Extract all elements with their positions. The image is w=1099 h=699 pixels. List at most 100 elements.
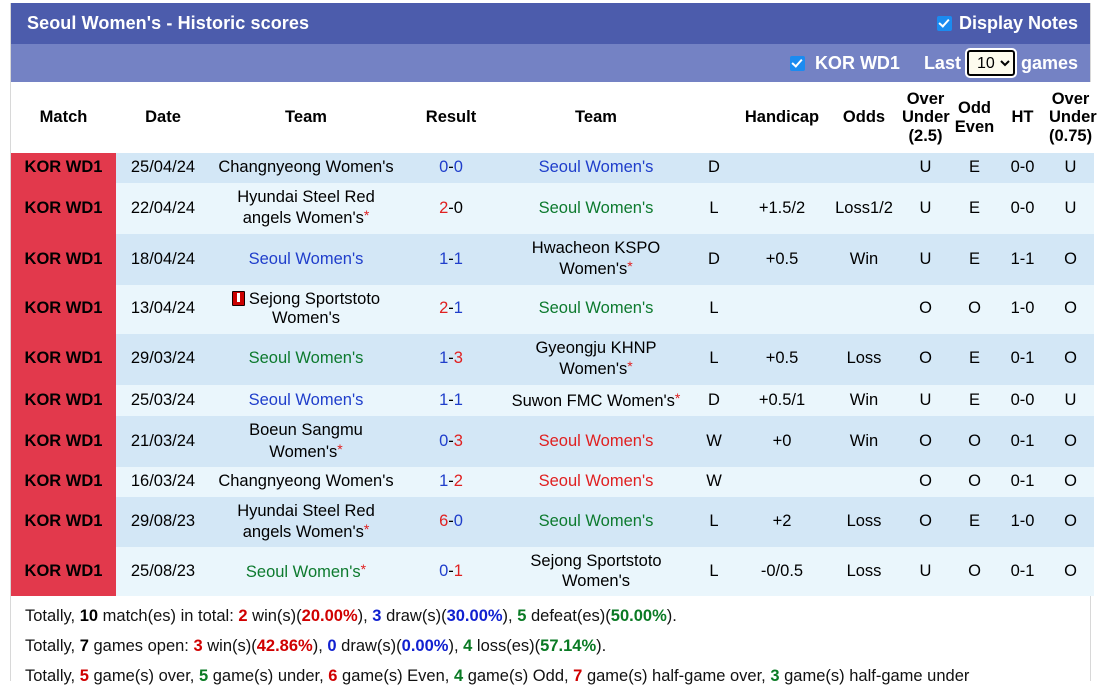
home-team-name[interactable]: Hyundai Steel Red angels Women's* bbox=[210, 182, 402, 234]
league-badge[interactable]: KOR WD1 bbox=[11, 284, 116, 334]
sum3-text4: game(s) Even, bbox=[337, 666, 454, 685]
table-row[interactable]: KOR WD1 22/04/24 Hyundai Steel Red angels … bbox=[11, 182, 1094, 234]
match-result[interactable]: 1-2 bbox=[402, 467, 500, 497]
table-row[interactable]: KOR WD1 29/03/24 Seoul Women's 1-3 Gyeongju … bbox=[11, 333, 1094, 385]
league-badge[interactable]: KOR WD1 bbox=[11, 182, 116, 234]
sum1-wins-pct: 20.00% bbox=[301, 607, 358, 626]
over-under-25: U bbox=[900, 153, 951, 183]
match-result[interactable]: 0-3 bbox=[402, 416, 500, 468]
odds-result: Loss bbox=[828, 547, 900, 597]
league-badge[interactable]: KOR WD1 bbox=[11, 416, 116, 468]
away-team-name[interactable]: Seoul Women's bbox=[500, 153, 692, 183]
sum1-text7: defeat(es)( bbox=[526, 607, 611, 626]
table-row[interactable]: KOR WD1 16/03/24 Changnyeong Women's 1-2 Seo… bbox=[11, 467, 1094, 497]
games-count-select[interactable]: 10203050 bbox=[964, 48, 1017, 78]
col-header-result[interactable]: Result bbox=[402, 82, 500, 154]
handicap-value: +0.5 bbox=[736, 333, 828, 385]
home-team-name[interactable]: Sejong Sportstoto Women's bbox=[210, 284, 402, 334]
neutral-venue-star-icon: * bbox=[360, 561, 367, 578]
league-badge[interactable]: KOR WD1 bbox=[11, 333, 116, 385]
display-notes-checkbox[interactable] bbox=[936, 16, 952, 31]
odd-even: O bbox=[951, 467, 998, 497]
league-filter-checkbox[interactable] bbox=[789, 55, 805, 71]
table-header: Match Date Team Result Team Handicap Odd… bbox=[11, 82, 1097, 154]
col-header-over-under-075[interactable]: Over Under (0.75) bbox=[1047, 82, 1097, 154]
win-draw-loss: D bbox=[692, 233, 736, 285]
games-label: games bbox=[1020, 52, 1078, 73]
match-result[interactable]: 6-0 bbox=[402, 496, 500, 548]
sum3-under: 5 bbox=[198, 666, 209, 685]
sum3-text2: game(s) over, bbox=[88, 666, 199, 685]
home-team-name[interactable]: Seoul Women's bbox=[210, 233, 402, 285]
col-header-home-team[interactable]: Team bbox=[210, 82, 402, 154]
col-header-over-under-25[interactable]: Over Under (2.5) bbox=[900, 82, 951, 154]
odd-even: E bbox=[951, 384, 998, 417]
match-result[interactable]: 1-1 bbox=[402, 233, 500, 285]
display-notes-group[interactable]: Display Notes bbox=[936, 13, 1078, 34]
title-bar: Seoul Women's - Historic scores Display … bbox=[11, 3, 1090, 44]
sum3-odd: 4 bbox=[453, 666, 464, 685]
historic-scores-table: Match Date Team Result Team Handicap Odd… bbox=[11, 82, 1097, 597]
col-header-handicap[interactable]: Handicap bbox=[736, 82, 828, 154]
sum2-text5: draw(s)( bbox=[336, 637, 402, 655]
half-time-score: 0-0 bbox=[998, 153, 1047, 183]
sum2-wins-pct: 42.86% bbox=[256, 637, 313, 655]
over-under-075: O bbox=[1047, 333, 1094, 385]
sum3-half-over: 7 bbox=[573, 666, 583, 685]
away-team-name[interactable]: Gyeongju KHNP Women's* bbox=[500, 333, 692, 385]
match-result[interactable]: 2-1 bbox=[402, 284, 500, 334]
col-header-date[interactable]: Date bbox=[116, 82, 210, 154]
away-team-name[interactable]: Seoul Women's bbox=[500, 467, 692, 497]
table-row[interactable]: KOR WD1 25/04/24 Changnyeong Women's 0-0 Seo… bbox=[11, 153, 1094, 183]
home-team-name[interactable]: Seoul Women's bbox=[210, 384, 402, 417]
match-result[interactable]: 0-0 bbox=[402, 153, 500, 183]
home-team-name[interactable]: Seoul Women's* bbox=[210, 547, 402, 597]
league-badge[interactable]: KOR WD1 bbox=[11, 547, 116, 597]
col-header-ht[interactable]: HT bbox=[998, 82, 1047, 154]
away-team-name[interactable]: Seoul Women's bbox=[500, 284, 692, 334]
league-badge[interactable]: KOR WD1 bbox=[11, 467, 116, 497]
league-badge[interactable]: KOR WD1 bbox=[11, 233, 116, 285]
table-row[interactable]: KOR WD1 21/03/24 Boeun Sangmu Women's* 0-3 S… bbox=[11, 416, 1094, 468]
odd-even: O bbox=[951, 547, 998, 597]
handicap-value: +0.5 bbox=[736, 233, 828, 285]
away-team-name[interactable]: Seoul Women's bbox=[500, 182, 692, 234]
match-result[interactable]: 1-3 bbox=[402, 333, 500, 385]
away-team-name[interactable]: Suwon FMC Women's* bbox=[500, 384, 692, 417]
home-team-name[interactable]: Seoul Women's bbox=[210, 333, 402, 385]
sum1-defeats-pct: 50.00% bbox=[610, 607, 667, 626]
odds-result: Win bbox=[828, 384, 900, 417]
home-team-name[interactable]: Hyundai Steel Red angels Women's* bbox=[210, 496, 402, 548]
table-row[interactable]: KOR WD1 25/03/24 Seoul Women's 1-1 Suwon FMC… bbox=[11, 384, 1094, 417]
table-row[interactable]: KOR WD1 25/08/23 Seoul Women's* 0-1 Sejong S… bbox=[11, 547, 1094, 597]
summary-line-total: Totally, 10 match(es) in total: 2 win(s)… bbox=[21, 602, 1080, 632]
away-team-name[interactable]: Hwacheon KSPO Women's* bbox=[500, 233, 692, 285]
table-row[interactable]: KOR WD1 29/08/23 Hyundai Steel Red angels … bbox=[11, 496, 1094, 548]
away-team-name[interactable]: Seoul Women's bbox=[500, 416, 692, 468]
content-frame: Seoul Women's - Historic scores Display … bbox=[10, 3, 1097, 699]
home-team-name[interactable]: Changnyeong Women's bbox=[210, 153, 402, 183]
ou25-line3: (2.5) bbox=[908, 126, 943, 145]
match-result[interactable]: 2-0 bbox=[402, 182, 500, 234]
league-badge[interactable]: KOR WD1 bbox=[11, 496, 116, 548]
league-badge[interactable]: KOR WD1 bbox=[11, 153, 116, 183]
col-header-match[interactable]: Match bbox=[11, 82, 116, 154]
sum1-text8: ). bbox=[666, 607, 677, 626]
table-row[interactable]: KOR WD1 13/04/24 Sejong Sportstoto Women's… bbox=[11, 284, 1094, 334]
home-team-name[interactable]: Changnyeong Women's bbox=[210, 467, 402, 497]
match-result[interactable]: 0-1 bbox=[402, 547, 500, 597]
away-team-name[interactable]: Sejong Sportstoto Women's bbox=[500, 547, 692, 597]
league-badge[interactable]: KOR WD1 bbox=[11, 384, 116, 417]
col-header-odd-even[interactable]: Odd Even bbox=[951, 82, 998, 154]
win-draw-loss: D bbox=[692, 153, 736, 183]
ou25-line1: Over bbox=[906, 90, 945, 108]
table-header-row: Match Date Team Result Team Handicap Odd… bbox=[11, 82, 1097, 154]
col-header-away-team[interactable]: Team bbox=[500, 82, 692, 154]
match-result[interactable]: 1-1 bbox=[402, 384, 500, 417]
col-header-odds[interactable]: Odds bbox=[828, 82, 900, 154]
table-row[interactable]: KOR WD1 18/04/24 Seoul Women's 1-1 Hwacheon … bbox=[11, 233, 1094, 285]
away-team-name[interactable]: Seoul Women's bbox=[500, 496, 692, 548]
home-team-name[interactable]: Boeun Sangmu Women's* bbox=[210, 416, 402, 468]
sum2-wins: 3 bbox=[193, 637, 203, 655]
sum3-over: 5 bbox=[79, 666, 89, 685]
